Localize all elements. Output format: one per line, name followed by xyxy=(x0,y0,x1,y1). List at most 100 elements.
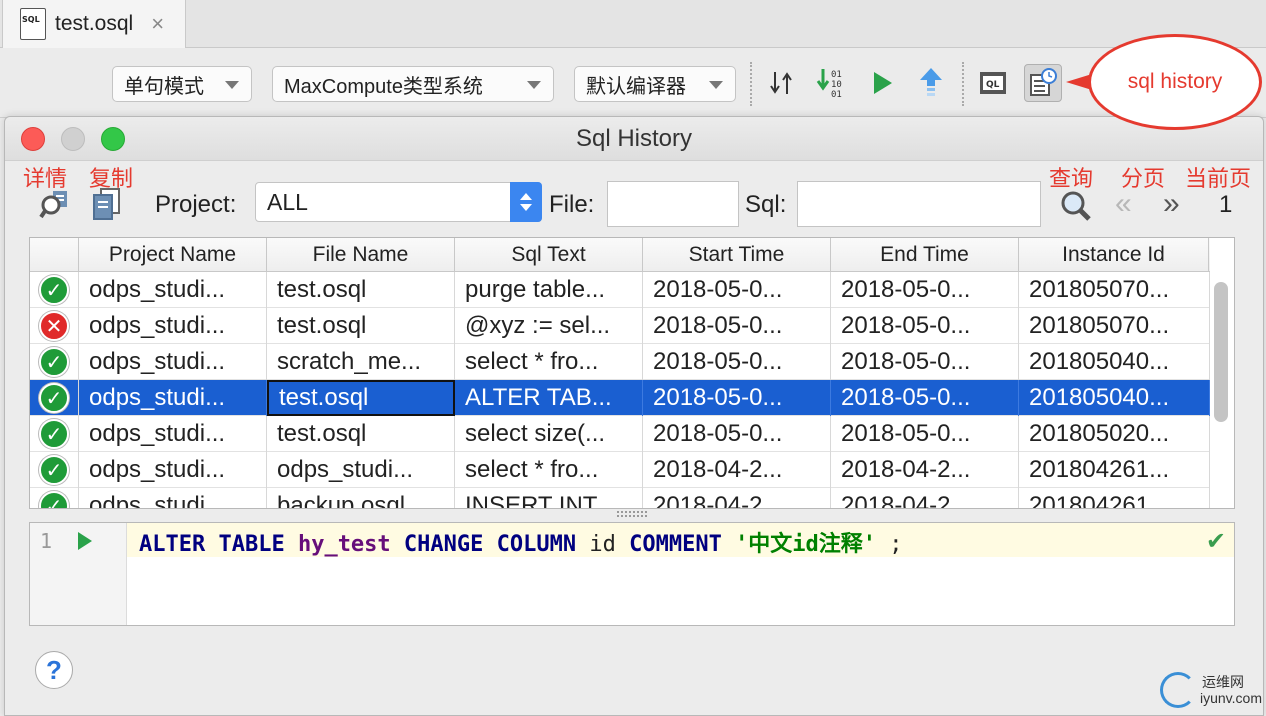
status-cell: ✓ xyxy=(30,416,79,452)
splitter-handle[interactable] xyxy=(617,511,647,517)
file-filter-input[interactable] xyxy=(607,181,739,227)
code-token: '中文id注释' xyxy=(735,532,877,557)
prev-page-button[interactable]: « xyxy=(1115,187,1132,221)
column-header[interactable]: File Name xyxy=(267,238,455,272)
line-number: 1 xyxy=(40,529,53,553)
table-cell[interactable]: odps_studi... xyxy=(79,416,267,452)
help-button[interactable]: ? xyxy=(35,651,73,689)
sql-preview-editor[interactable]: 1 ALTER TABLE hy_test CHANGE COLUMN id C… xyxy=(29,522,1235,626)
mode-select[interactable]: 单句模式 xyxy=(112,66,252,102)
table-cell[interactable]: odps_studi... xyxy=(79,272,267,308)
chevron-down-icon xyxy=(709,81,723,89)
table-cell[interactable]: 201804261... xyxy=(1019,488,1210,508)
table-scrollbar[interactable] xyxy=(1214,282,1228,422)
table-cell[interactable]: 201804261... xyxy=(1019,452,1210,488)
table-row[interactable]: ✓ odps_studi... scratch_me... select * fro.… xyxy=(30,344,1210,380)
column-header[interactable]: End Time xyxy=(831,238,1019,272)
column-header[interactable]: Instance Id xyxy=(1019,238,1209,272)
annotation-sql-history: sql history xyxy=(1088,34,1262,130)
table-cell[interactable]: odps_studi... xyxy=(79,452,267,488)
refresh-icon[interactable] xyxy=(762,64,800,102)
table-cell[interactable]: purge table... xyxy=(455,272,643,308)
table-cell[interactable]: 2018-05-0... xyxy=(831,380,1019,416)
table-cell[interactable]: 2018-04-2... xyxy=(831,488,1019,508)
table-cell[interactable]: select * fro... xyxy=(455,452,643,488)
close-icon[interactable]: × xyxy=(151,11,164,37)
logo-ring-icon xyxy=(1160,672,1196,708)
table-row[interactable]: ✓ odps_studi... test.osql select size(... 20… xyxy=(30,416,1210,452)
table-cell[interactable]: ALTER TAB... xyxy=(455,380,643,416)
compiler-select-value: 默认编译器 xyxy=(586,75,686,98)
editor-tab-title: test.osql xyxy=(55,12,134,35)
table-cell[interactable]: odps_studi... xyxy=(79,308,267,344)
column-header[interactable]: Sql Text xyxy=(455,238,643,272)
table-cell[interactable]: select size(... xyxy=(455,416,643,452)
project-label: Project: xyxy=(155,191,237,218)
compiler-select[interactable]: 默认编译器 xyxy=(574,66,736,102)
table-cell[interactable]: 2018-05-0... xyxy=(831,344,1019,380)
table-cell[interactable]: 2018-05-0... xyxy=(831,272,1019,308)
code-token: ALTER TABLE xyxy=(139,532,285,557)
run-icon[interactable] xyxy=(862,64,900,102)
table-cell[interactable]: test.osql xyxy=(267,380,455,416)
column-header[interactable]: Start Time xyxy=(643,238,831,272)
table-cell[interactable]: 201805040... xyxy=(1019,344,1210,380)
sql-history-dialog: Sql History 详情 复制 查询 分页 当前页 Project: ALL… xyxy=(4,116,1264,716)
search-icon[interactable] xyxy=(1059,189,1093,228)
svg-text:01: 01 xyxy=(831,70,842,80)
table-cell[interactable]: 201805020... xyxy=(1019,416,1210,452)
next-page-button[interactable]: » xyxy=(1163,187,1180,221)
table-cell[interactable]: backup.osql xyxy=(267,488,455,508)
sql-filter-input[interactable] xyxy=(797,181,1041,227)
table-cell[interactable]: test.osql xyxy=(267,308,455,344)
run-line-icon[interactable] xyxy=(78,532,92,550)
table-cell[interactable]: 201805040... xyxy=(1019,380,1210,416)
table-row[interactable]: ✓ odps_studi... test.osql purge table... 201… xyxy=(30,272,1210,308)
upload-icon[interactable] xyxy=(912,64,950,102)
compile-binary-icon[interactable]: 01 10 01 xyxy=(812,64,850,102)
editor-tab-test-osql[interactable]: SQL test.osql × xyxy=(2,0,186,48)
table-cell[interactable]: odps_studi... xyxy=(79,488,267,508)
table-cell[interactable]: test.osql xyxy=(267,272,455,308)
table-cell[interactable]: 2018-05-0... xyxy=(831,308,1019,344)
chevron-down-icon xyxy=(527,81,541,89)
copy-icon[interactable] xyxy=(91,187,123,226)
column-header[interactable]: Project Name xyxy=(79,238,267,272)
table-cell[interactable]: 2018-04-2... xyxy=(643,488,831,508)
table-cell[interactable]: 2018-05-0... xyxy=(831,416,1019,452)
editor-line: ALTER TABLE hy_test CHANGE COLUMN id COM… xyxy=(127,523,1234,557)
table-cell[interactable]: select * fro... xyxy=(455,344,643,380)
success-check-icon: ✓ xyxy=(39,491,69,508)
mode-select-value: 单句模式 xyxy=(124,75,204,98)
table-cell[interactable]: odps_studi... xyxy=(79,380,267,416)
ql-console-icon[interactable]: QL xyxy=(974,64,1012,102)
table-cell[interactable]: 2018-05-0... xyxy=(643,344,831,380)
details-icon[interactable] xyxy=(39,187,73,226)
table-cell[interactable]: 201805070... xyxy=(1019,308,1210,344)
editor-tab-bar: SQL test.osql × xyxy=(0,0,1266,48)
table-row[interactable]: ✓ odps_studi... test.osql ALTER TAB... 2018-… xyxy=(30,380,1210,416)
table-cell[interactable]: 201805070... xyxy=(1019,272,1210,308)
table-cell[interactable]: odps_studi... xyxy=(267,452,455,488)
svg-text:QL: QL xyxy=(986,80,1000,90)
table-cell[interactable]: 2018-05-0... xyxy=(643,308,831,344)
table-row[interactable]: ✕ odps_studi... test.osql @xyz := sel... 201… xyxy=(30,308,1210,344)
status-cell: ✓ xyxy=(30,488,79,508)
table-cell[interactable]: 2018-05-0... xyxy=(643,416,831,452)
status-column-header xyxy=(30,238,79,272)
project-select[interactable]: ALL xyxy=(255,182,542,222)
table-cell[interactable]: 2018-05-0... xyxy=(643,380,831,416)
sql-history-icon[interactable] xyxy=(1024,64,1062,102)
table-cell[interactable]: test.osql xyxy=(267,416,455,452)
table-cell[interactable]: INSERT INT... xyxy=(455,488,643,508)
table-cell[interactable]: 2018-05-0... xyxy=(643,272,831,308)
table-cell[interactable]: 2018-04-2... xyxy=(643,452,831,488)
table-row[interactable]: ✓ odps_studi... backup.osql INSERT INT... 20… xyxy=(30,488,1210,508)
current-page-number: 1 xyxy=(1219,191,1233,218)
table-row[interactable]: ✓ odps_studi... odps_studi... select * fro.… xyxy=(30,452,1210,488)
table-cell[interactable]: odps_studi... xyxy=(79,344,267,380)
type-system-select[interactable]: MaxCompute类型系统 xyxy=(272,66,554,102)
table-cell[interactable]: scratch_me... xyxy=(267,344,455,380)
table-cell[interactable]: @xyz := sel... xyxy=(455,308,643,344)
table-cell[interactable]: 2018-04-2... xyxy=(831,452,1019,488)
